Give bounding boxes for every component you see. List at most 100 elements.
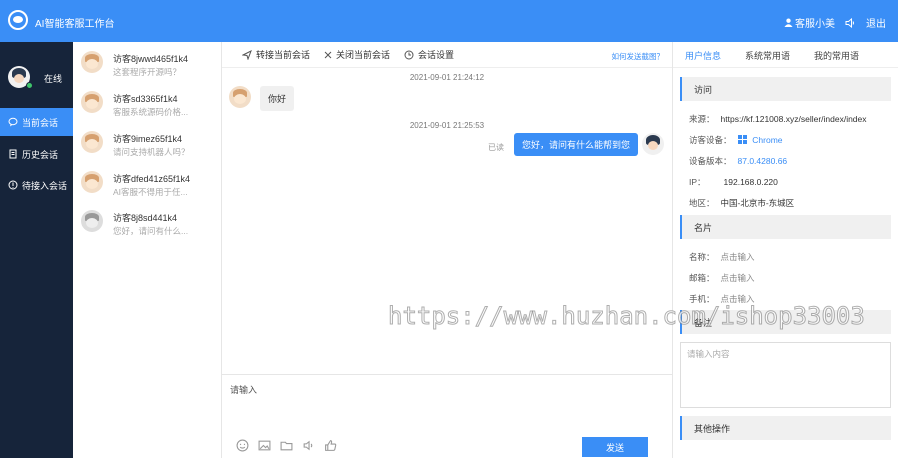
visitor-avatar <box>81 51 103 73</box>
visitor-name: 访客8jwwd465f1k4 <box>113 54 189 64</box>
tab-user-info[interactable]: 用户信息 <box>673 42 733 68</box>
visitor-preview: 这套程序开源吗？ <box>113 67 182 77</box>
section-visit: 访问 <box>680 77 891 101</box>
chat-area: 转接当前会话 关闭当前会话 会话设置 如何发送截图？ 2021-09-01 21… <box>222 42 672 458</box>
send-button[interactable]: 发送 <box>582 437 648 457</box>
send-arrow-icon <box>242 49 252 60</box>
settings-label: 会话设置 <box>418 50 455 60</box>
folder-icon[interactable] <box>280 439 293 452</box>
ip-label: IP： <box>689 177 706 187</box>
visitor-item[interactable]: 访客sd3365f1k4 客服系统源码价格... <box>73 84 222 124</box>
region-value: 中国-北京市-东城区 <box>720 198 795 208</box>
card-email-label: 邮箱： <box>689 273 715 283</box>
nav-pending-sessions[interactable]: 待接入会话 <box>0 171 73 199</box>
visitor-preview: 您好，请问有什么... <box>113 226 189 236</box>
visitor-avatar <box>81 131 103 153</box>
voice-icon[interactable] <box>302 439 315 452</box>
headset-logo-icon <box>8 10 28 30</box>
online-status-icon <box>26 82 33 89</box>
screenshot-help-link[interactable]: 如何发送截图？ <box>612 51 665 62</box>
clock-icon <box>404 50 414 59</box>
source-label: 来源： <box>689 114 715 124</box>
card-phone-label: 手机： <box>689 294 715 304</box>
note-textarea[interactable]: 请输入内容 <box>680 342 891 408</box>
tab-system-phrases[interactable]: 系统常用语 <box>733 42 802 68</box>
chat-toolbar: 转接当前会话 关闭当前会话 会话设置 <box>222 42 672 68</box>
card-phone-row[interactable]: 手机： 点击输入 <box>689 293 755 305</box>
info-icon <box>8 180 18 190</box>
read-status: 已读 <box>488 143 504 152</box>
visitor-name: 访客sd3365f1k4 <box>113 94 178 104</box>
app-title: AI智能客服工作台 <box>35 19 115 30</box>
version-value: 87.0.4280.66 <box>737 156 788 166</box>
card-phone-input[interactable]: 点击输入 <box>721 294 755 304</box>
visitor-item[interactable]: 访客8jwwd465f1k4 这套程序开源吗？ <box>73 44 222 84</box>
visitor-avatar <box>81 91 103 113</box>
card-email-row[interactable]: 邮箱： 点击输入 <box>689 272 755 284</box>
section-note: 备注 <box>680 310 891 334</box>
image-icon[interactable] <box>258 439 271 452</box>
visitor-item[interactable]: 访客8j8sd441k4 您好，请问有什么... <box>73 203 222 243</box>
device-row: 访客设备： Chrome <box>689 134 783 146</box>
visitor-item[interactable]: 访客dfed41z65f1k4 AI客服不得用于任... <box>73 164 222 204</box>
close-session-button[interactable]: 关闭当前会话 <box>324 48 390 61</box>
online-status[interactable]: 在线 <box>44 72 62 85</box>
close-label: 关闭当前会话 <box>336 50 391 60</box>
sidebar: 在线 当前会话 历史会话 待接入会话 <box>0 42 73 458</box>
visitor-preview: AI客服不得用于任... <box>113 187 188 197</box>
visitor-avatar <box>229 86 251 108</box>
visitor-preview: 客服系统源码价格... <box>113 107 189 117</box>
speaker-icon[interactable] <box>845 17 856 28</box>
session-settings-button[interactable]: 会话设置 <box>404 48 454 61</box>
emoji-icon[interactable] <box>236 439 249 452</box>
card-name-input[interactable]: 点击输入 <box>721 252 755 262</box>
visitor-item[interactable]: 访客9imez65f1k4 请问支持机器人吗？ <box>73 124 222 164</box>
visitor-list: 访客8jwwd465f1k4 这套程序开源吗？ 访客sd3365f1k4 客服系… <box>73 42 222 458</box>
agent-name: 客服小美 <box>795 19 835 30</box>
agent-user[interactable]: 客服小美 <box>784 15 835 30</box>
device-label: 访客设备： <box>689 135 732 145</box>
visitor-avatar <box>81 210 103 232</box>
source-value: https://kf.121008.xyz/seller/index/index <box>720 114 867 124</box>
visitor-avatar <box>81 171 103 193</box>
visitor-name: 访客9imez65f1k4 <box>113 134 183 144</box>
logout-link[interactable]: 退出 <box>866 15 886 30</box>
tab-my-phrases[interactable]: 我的常用语 <box>802 42 871 68</box>
nav-label: 待接入会话 <box>22 180 68 191</box>
message-composer[interactable]: 请输入 发送 <box>222 374 672 458</box>
windows-icon <box>737 135 747 144</box>
top-bar: AI智能客服工作台 客服小美 退出 <box>0 0 898 42</box>
source-row: 来源： https://kf.121008.xyz/seller/index/in… <box>689 113 867 125</box>
nav-label: 历史会话 <box>22 149 59 160</box>
visitor-message: 你好 <box>260 86 295 111</box>
close-icon <box>324 51 332 58</box>
message-timestamp: 2021-09-01 21:24:12 <box>409 73 485 82</box>
region-label: 地区： <box>689 198 715 208</box>
card-name-label: 名称： <box>689 252 715 262</box>
ip-row: IP： 192.168.0.220 <box>689 176 778 188</box>
section-other-actions: 其他操作 <box>680 416 891 440</box>
info-panel: 用户信息 系统常用语 我的常用语 访问 来源： https://kf.121008… <box>672 42 898 458</box>
visitor-preview: 请问支持机器人吗？ <box>113 147 190 157</box>
ip-value: 192.168.0.220 <box>723 177 778 187</box>
chat-icon <box>8 117 18 127</box>
nav-label: 当前会话 <box>22 117 59 128</box>
document-icon <box>9 149 17 159</box>
region-row: 地区： 中国-北京市-东城区 <box>689 197 794 209</box>
version-label: 设备版本： <box>689 156 732 166</box>
thumbs-up-icon[interactable] <box>324 439 337 452</box>
agent-message: 您好，请问有什么能帮到您 <box>513 133 638 156</box>
transfer-label: 转接当前会话 <box>256 50 311 60</box>
nav-current-sessions[interactable]: 当前会话 <box>0 108 73 136</box>
nav-history-sessions[interactable]: 历史会话 <box>0 140 73 168</box>
card-name-row[interactable]: 名称： 点击输入 <box>689 251 755 263</box>
message-input[interactable]: 请输入 <box>230 383 257 396</box>
version-row: 设备版本： 87.0.4280.66 <box>689 155 787 167</box>
visitor-name: 访客dfed41z65f1k4 <box>113 174 191 184</box>
user-icon <box>784 18 793 27</box>
card-email-input[interactable]: 点击输入 <box>721 273 755 283</box>
transfer-session-button[interactable]: 转接当前会话 <box>242 48 310 61</box>
visitor-name: 访客8j8sd441k4 <box>113 213 178 223</box>
message-timestamp: 2021-09-01 21:25:53 <box>409 121 485 130</box>
agent-avatar <box>642 133 664 155</box>
